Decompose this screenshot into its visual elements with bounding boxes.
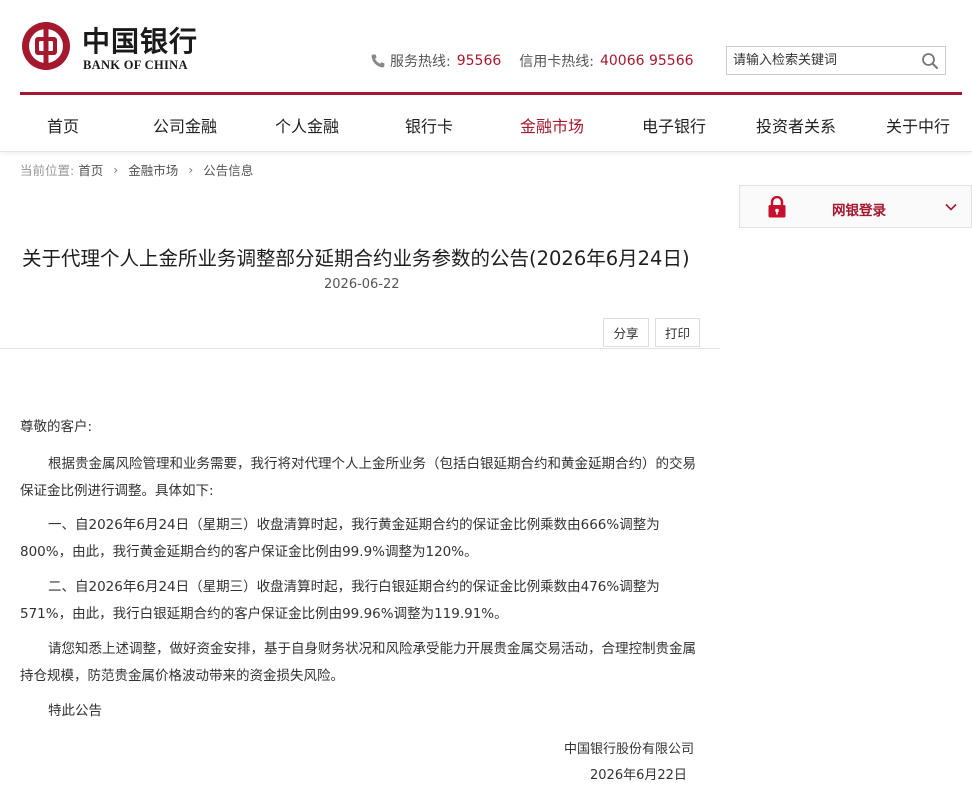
nav-financial-markets[interactable]: 金融市场: [520, 113, 584, 137]
breadcrumb-home[interactable]: 首页: [78, 160, 103, 179]
chevron-right-icon: ›: [113, 162, 119, 177]
search-input[interactable]: [727, 47, 917, 74]
hotlines: 服务热线: 95566 信用卡热线: 40066 95566: [370, 51, 694, 71]
print-button[interactable]: 打印: [655, 318, 700, 347]
bank-logo[interactable]: 中国银行 BANK OF CHINA: [20, 20, 220, 76]
signature-company: 中国银行股份有限公司: [564, 742, 695, 757]
article-paragraph: 根据贵金属风险管理和业务需要，我行将对代理个人上金所业务（包括白银延期合约和黄金…: [20, 456, 696, 499]
phone-icon: [371, 54, 385, 68]
article-divider: [0, 348, 720, 349]
logo-name-cn: 中国银行: [82, 25, 199, 58]
breadcrumb-announcements[interactable]: 公告信息: [203, 160, 253, 179]
breadcrumb-financial-markets[interactable]: 金融市场: [128, 160, 178, 179]
article-paragraph: 一、自2026年6月24日（星期三）收盘清算时起，我行黄金延期合约的保证金比例乘…: [20, 517, 660, 560]
article-paragraph: 二、自2026年6月24日（星期三）收盘清算时起，我行白银延期合约的保证金比例乘…: [20, 579, 660, 622]
online-banking-login[interactable]: 网银登录: [739, 185, 972, 228]
share-button[interactable]: 分享: [603, 318, 649, 347]
breadcrumb: 当前位置: 首页 › 金融市场 › 公告信息: [20, 160, 253, 179]
signature-date: 2026年6月22日: [590, 768, 687, 783]
chevron-down-icon: [945, 203, 957, 211]
article-date: 2026-06-22: [324, 277, 400, 292]
article-paragraph: 请您知悉上述调整，做好资金安排，基于自身财务状况和风险承受能力开展贵金属交易活动…: [20, 641, 696, 684]
nav-e-banking[interactable]: 电子银行: [642, 113, 706, 137]
article-title: 关于代理个人上金所业务调整部分延期合约业务参数的公告(2026年6月24日): [22, 247, 690, 270]
breadcrumb-prefix: 当前位置:: [20, 163, 75, 178]
nav-bank-cards[interactable]: 银行卡: [405, 113, 453, 137]
search-box: [726, 46, 946, 75]
lock-icon: [768, 196, 786, 218]
nav-corporate-banking[interactable]: 公司金融: [153, 113, 217, 137]
article-greeting: 尊敬的客户:: [20, 419, 93, 435]
article-closing: 特此公告: [48, 703, 102, 719]
main-nav: 首页 公司金融 个人金融 银行卡 金融市场 电子银行 投资者关系 关于中行: [0, 95, 972, 152]
login-label: 网银登录: [832, 203, 886, 219]
card-hotline-number: 40066 95566: [599, 53, 694, 69]
card-hotline-label: 信用卡热线:: [519, 54, 594, 70]
boc-logo-icon: [22, 22, 70, 70]
nav-about-boc[interactable]: 关于中行: [886, 113, 950, 137]
logo-name-en: BANK OF CHINA: [83, 58, 188, 72]
nav-home[interactable]: 首页: [47, 113, 79, 137]
site-header: 中国银行 BANK OF CHINA 服务热线: 95566 信用卡热线: 40…: [0, 0, 972, 92]
nav-personal-banking[interactable]: 个人金融: [275, 113, 339, 137]
service-hotline-label: 服务热线:: [390, 54, 451, 70]
nav-investor-relations[interactable]: 投资者关系: [756, 113, 836, 137]
search-icon[interactable]: [921, 52, 939, 70]
service-hotline-number: 95566: [456, 53, 502, 69]
chevron-right-icon: ›: [188, 162, 194, 177]
